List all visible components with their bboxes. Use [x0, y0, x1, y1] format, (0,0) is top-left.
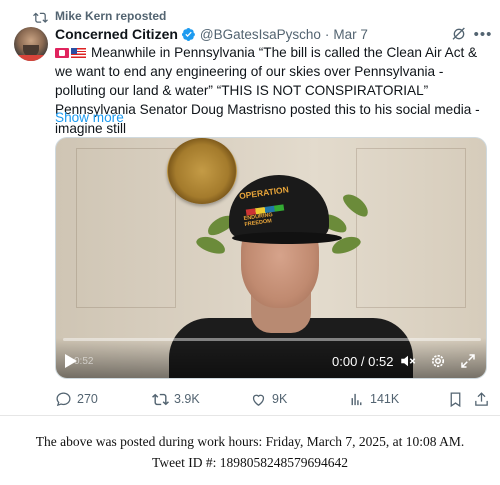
us-flag-emoji-icon: [71, 48, 86, 58]
settings-icon[interactable]: [429, 352, 447, 370]
reply-count: 270: [77, 392, 98, 406]
bookmark-button[interactable]: [447, 389, 469, 409]
more-options-icon[interactable]: •••: [473, 25, 493, 43]
views-count: 141K: [370, 392, 400, 406]
heart-icon: [252, 394, 265, 406]
siren-emoji-icon: [55, 48, 69, 58]
video-time: 0:00 / 0:52: [332, 354, 394, 369]
footer-tweet-id: Tweet ID #: 1898058248579694642: [152, 455, 348, 470]
action-bar: 270 3.9K 9K 141K: [55, 389, 493, 409]
views-button[interactable]: 141K: [348, 389, 399, 409]
repost-icon: [152, 393, 169, 405]
reply-button[interactable]: 270: [55, 389, 98, 409]
author-name[interactable]: Concerned Citizen: [55, 26, 178, 42]
wall-panel: [356, 148, 466, 308]
separator-dot: ·: [324, 26, 330, 42]
analytics-icon: [351, 393, 362, 405]
wall-panel: [76, 148, 176, 308]
pennsylvania-seal: [167, 138, 237, 204]
repost-count: 3.9K: [174, 392, 200, 406]
avatar[interactable]: [14, 27, 48, 61]
bookmark-icon: [450, 391, 461, 407]
tweet-header: Concerned Citizen @BGatesIsaPyscho · Mar…: [55, 25, 440, 43]
thumb-duration: 0:52: [74, 356, 94, 367]
video-controls-bar: [56, 338, 486, 378]
share-icon: [475, 391, 488, 406]
repost-label: Mike Kern reposted: [55, 9, 167, 23]
like-count: 9K: [272, 392, 288, 406]
share-button[interactable]: [473, 389, 495, 409]
footer-posted-note: The above was posted during work hours: …: [35, 434, 465, 449]
author-handle[interactable]: @BGatesIsaPyscho: [200, 27, 321, 42]
mute-icon[interactable]: [399, 352, 417, 370]
repost-indicator[interactable]: Mike Kern reposted: [33, 8, 166, 24]
like-button[interactable]: 9K: [250, 389, 287, 409]
repost-icon: [33, 10, 49, 23]
grok-icon[interactable]: [451, 26, 467, 42]
reply-icon: [56, 391, 71, 406]
verified-badge-icon: [181, 27, 195, 41]
fullscreen-icon[interactable]: [459, 352, 477, 370]
tweet-date[interactable]: Mar 7: [333, 27, 368, 42]
video-progress-bar[interactable]: [63, 338, 481, 341]
divider: [0, 415, 500, 416]
repost-button[interactable]: 3.9K: [152, 389, 200, 409]
video-player[interactable]: OPERATION ENDURING FREEDOM 0:52 0:00 / 0…: [55, 137, 487, 379]
show-more-link[interactable]: Show more: [55, 110, 124, 125]
cap-bill: [232, 232, 342, 244]
